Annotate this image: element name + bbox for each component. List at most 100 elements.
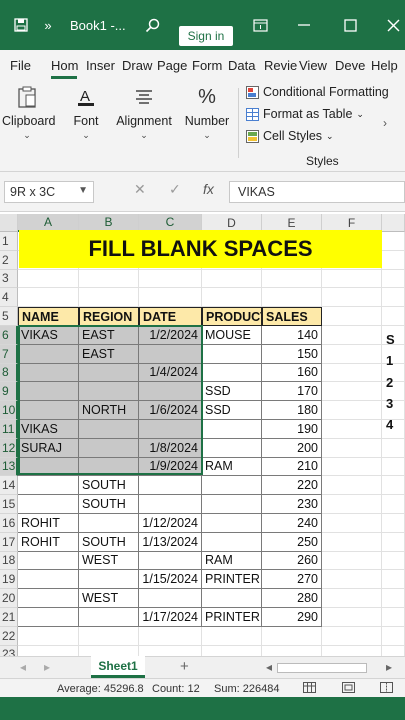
next-sheet-icon[interactable]: ▸: [44, 660, 50, 674]
cell-f3[interactable]: [322, 269, 382, 289]
cell-a8[interactable]: [18, 363, 79, 383]
ribbon-scroll-right-icon[interactable]: ›: [383, 116, 387, 130]
tab-insert[interactable]: Inser: [86, 58, 115, 73]
cell-f6[interactable]: [322, 326, 382, 345]
cell-e15[interactable]: 230: [262, 495, 322, 514]
row-header-8[interactable]: 8: [0, 363, 18, 383]
cell-g2[interactable]: [382, 250, 405, 270]
cell-a22[interactable]: [18, 626, 79, 646]
cell-b13[interactable]: [79, 457, 139, 477]
worksheet-grid[interactable]: A B C D E F 1 2 3 4 5 NAME REGION DATE PRODUCT SA…: [0, 212, 405, 656]
cell-e17[interactable]: 250: [262, 532, 322, 552]
tab-draw[interactable]: Draw: [122, 58, 152, 73]
cell-c15[interactable]: [139, 495, 202, 514]
cell-c7[interactable]: [139, 344, 202, 364]
cell-f12[interactable]: [322, 438, 382, 458]
cell-d7[interactable]: [202, 344, 262, 364]
cell-b10[interactable]: NORTH: [79, 401, 139, 420]
tab-review[interactable]: Revie: [264, 58, 297, 73]
cell-a12[interactable]: SURAJ: [18, 438, 79, 458]
cell-g13[interactable]: [382, 457, 405, 477]
tab-home[interactable]: Hom: [51, 58, 78, 73]
cell-a5[interactable]: NAME: [18, 307, 79, 326]
cancel-icon[interactable]: ✕: [134, 181, 146, 198]
cell-c17[interactable]: 1/13/2024: [139, 532, 202, 552]
cell-g22[interactable]: [382, 626, 405, 646]
horizontal-scrollbar[interactable]: [277, 663, 367, 673]
conditional-formatting-button[interactable]: Conditional Formatting: [246, 85, 389, 99]
cell-e12[interactable]: 200: [262, 438, 322, 458]
cell-d6[interactable]: MOUSE: [202, 326, 262, 345]
cell-g4[interactable]: [382, 288, 405, 308]
cell-a15[interactable]: [18, 495, 79, 514]
sign-in-button[interactable]: Sign in: [179, 26, 233, 46]
cell-g19[interactable]: [382, 570, 405, 590]
row-header-6[interactable]: 6: [0, 326, 18, 345]
cell-a14[interactable]: [18, 476, 79, 496]
ribbon-display-icon[interactable]: [248, 0, 272, 50]
scroll-right-icon[interactable]: ▸: [386, 660, 392, 674]
row-header-14[interactable]: 14: [0, 476, 18, 496]
page-layout-icon[interactable]: [342, 682, 355, 696]
cell-b4[interactable]: [79, 288, 139, 308]
cell-b22[interactable]: [79, 626, 139, 646]
cell-a21[interactable]: [18, 608, 79, 627]
cell-b12[interactable]: [79, 438, 139, 458]
font-group[interactable]: A Font ⌄: [66, 84, 106, 141]
cell-d10[interactable]: SSD: [202, 401, 262, 420]
cell-c14[interactable]: [139, 476, 202, 496]
row-header-17[interactable]: 17: [0, 532, 18, 552]
cell-e19[interactable]: 270: [262, 570, 322, 590]
cell-g17[interactable]: [382, 532, 405, 552]
cell-a20[interactable]: [18, 589, 79, 608]
cell-c5[interactable]: DATE: [139, 307, 202, 326]
cell-d5[interactable]: PRODUCT: [202, 307, 262, 326]
cell-e23[interactable]: [262, 645, 322, 656]
cell-e9[interactable]: 170: [262, 382, 322, 402]
cell-e20[interactable]: 280: [262, 589, 322, 608]
row-header-22[interactable]: 22: [0, 626, 18, 646]
cell-b6[interactable]: EAST: [79, 326, 139, 345]
cell-f10[interactable]: [322, 401, 382, 420]
row-header-10[interactable]: 10: [0, 401, 18, 420]
clipboard-group[interactable]: Clipboard ⌄: [2, 84, 56, 141]
cell-f21[interactable]: [322, 608, 382, 627]
minimize-icon[interactable]: [292, 0, 316, 50]
cell-e16[interactable]: 240: [262, 514, 322, 533]
cell-a23[interactable]: [18, 645, 79, 656]
cell-d16[interactable]: [202, 514, 262, 533]
number-group[interactable]: % Number ⌄: [184, 84, 230, 141]
cell-a11[interactable]: VIKAS: [18, 420, 79, 439]
cell-d20[interactable]: [202, 589, 262, 608]
tab-developer[interactable]: Deve: [335, 58, 365, 73]
column-header-g[interactable]: [382, 214, 405, 232]
cell-c6[interactable]: 1/2/2024: [139, 326, 202, 345]
cell-a16[interactable]: ROHIT: [18, 514, 79, 533]
cell-c8[interactable]: 1/4/2024: [139, 363, 202, 383]
row-header-2[interactable]: 2: [0, 250, 18, 270]
maximize-icon[interactable]: [338, 0, 362, 50]
cell-b23[interactable]: [79, 645, 139, 656]
row-header-5[interactable]: 5: [0, 307, 18, 326]
cell-f14[interactable]: [322, 476, 382, 496]
cell-f7[interactable]: [322, 344, 382, 364]
cell-f5[interactable]: [322, 307, 382, 326]
tab-formulas[interactable]: Form: [192, 58, 222, 73]
sheet-title[interactable]: FILL BLANK SPACES: [19, 230, 382, 268]
cell-f15[interactable]: [322, 495, 382, 514]
formula-input[interactable]: VIKAS: [229, 181, 405, 203]
tab-file[interactable]: File: [10, 58, 31, 73]
cell-f20[interactable]: [322, 589, 382, 608]
cell-d15[interactable]: [202, 495, 262, 514]
cell-c11[interactable]: [139, 420, 202, 439]
cell-f11[interactable]: [322, 420, 382, 439]
row-header-11[interactable]: 11: [0, 420, 18, 439]
cell-e11[interactable]: 190: [262, 420, 322, 439]
cell-a6[interactable]: VIKAS: [18, 326, 79, 345]
cell-d14[interactable]: [202, 476, 262, 496]
cell-c20[interactable]: [139, 589, 202, 608]
cell-d13[interactable]: RAM: [202, 457, 262, 477]
cell-e22[interactable]: [262, 626, 322, 646]
cell-b17[interactable]: SOUTH: [79, 532, 139, 552]
cell-f13[interactable]: [322, 457, 382, 477]
